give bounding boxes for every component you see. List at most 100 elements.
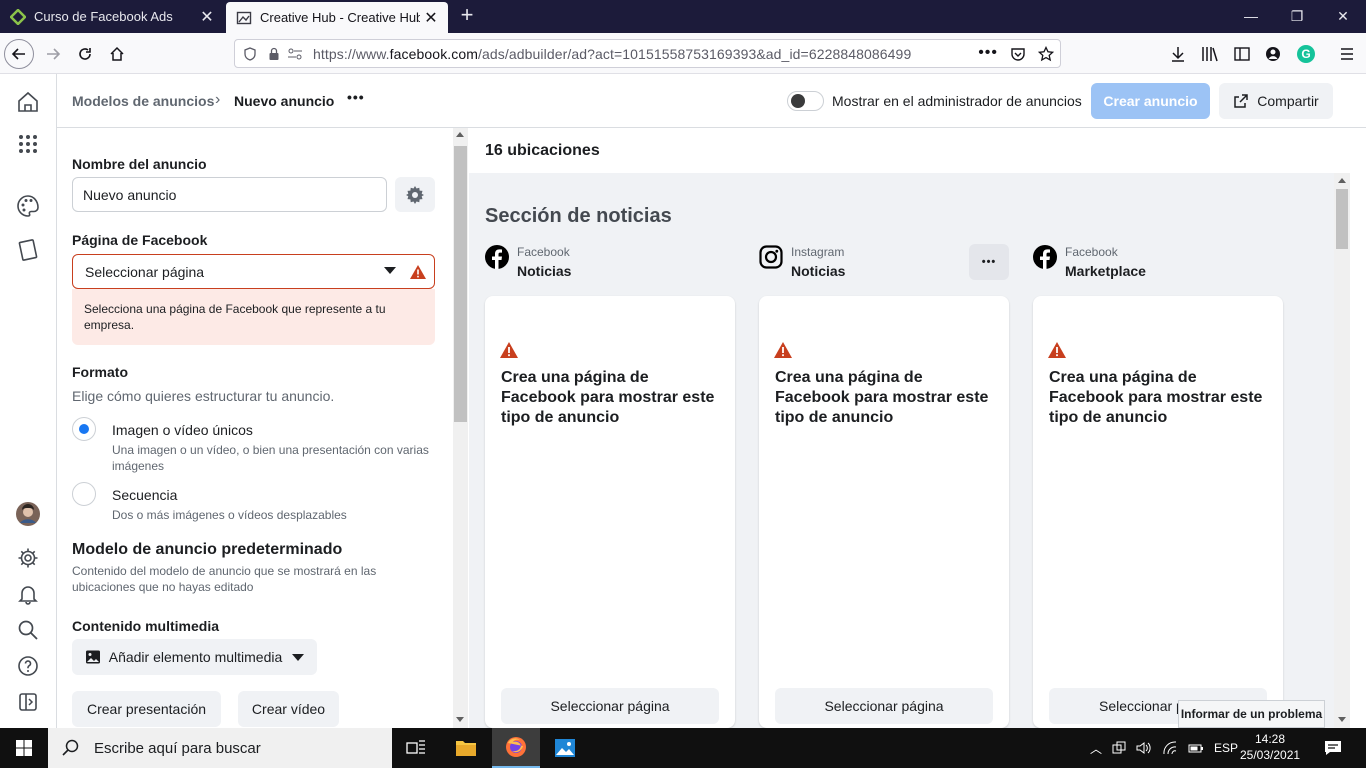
scrollbar-thumb[interactable] [454, 146, 467, 422]
format-option-label[interactable]: Imagen o vídeo únicos [112, 422, 253, 438]
windows-start-icon[interactable] [0, 728, 48, 768]
url-bar[interactable]: https://www.facebook.com/ads/adbuilder/a… [234, 39, 1061, 68]
form-scrollbar[interactable] [453, 128, 468, 728]
show-in-ads-manager-toggle[interactable] [787, 91, 824, 111]
back-icon[interactable] [4, 39, 34, 69]
palette-icon[interactable] [14, 192, 42, 220]
close-window-icon[interactable]: ✕ [1320, 0, 1366, 33]
placement-more-options-icon[interactable]: ••• [969, 244, 1009, 280]
home-icon[interactable] [102, 39, 132, 69]
close-tab-icon[interactable]: ✕ [196, 7, 218, 27]
library-icon[interactable] [1201, 46, 1219, 62]
chevron-up-icon[interactable]: ︿ [1090, 740, 1102, 757]
minimize-icon[interactable]: — [1228, 0, 1274, 33]
ad-settings-button[interactable] [395, 177, 435, 212]
task-view-icon[interactable] [392, 728, 440, 768]
placement-name: Noticias [517, 263, 572, 279]
scroll-down-icon[interactable] [456, 717, 464, 722]
notifications-icon[interactable] [1310, 728, 1356, 768]
format-option-desc: Una imagen o un vídeo, o bien una presen… [112, 443, 429, 473]
help-icon[interactable] [14, 652, 42, 680]
network-icon[interactable] [1112, 741, 1126, 755]
url-text: https://www.facebook.com/ads/adbuilder/a… [313, 45, 912, 62]
image-icon [85, 650, 100, 664]
breadcrumb-current: Nuevo anuncio [234, 93, 335, 109]
browser-tab[interactable]: Curso de Facebook Ads ✕ [0, 0, 224, 33]
creative-hub-favicon-icon [236, 11, 252, 24]
share-button[interactable]: Compartir [1219, 83, 1333, 119]
battery-icon[interactable] [1188, 741, 1204, 755]
app-header: Modelos de anuncios › Nuevo anuncio ••• … [57, 74, 1366, 128]
placement-name: Noticias [791, 263, 846, 279]
account-icon[interactable] [1265, 46, 1281, 62]
select-page-button[interactable]: Seleccionar página [501, 688, 719, 724]
placement-platform: Facebook [517, 245, 570, 259]
ad-name-input[interactable]: Nuevo anuncio [72, 177, 387, 212]
create-ad-button[interactable]: Crear anuncio [1091, 83, 1210, 119]
volume-icon[interactable] [1136, 741, 1152, 755]
restore-icon[interactable]: ❐ [1274, 0, 1320, 33]
bookmark-star-icon[interactable] [1038, 46, 1054, 62]
format-option-label[interactable]: Secuencia [112, 487, 177, 503]
close-tab-icon[interactable]: ✕ [420, 8, 442, 28]
apps-grid-icon[interactable] [14, 130, 42, 158]
scroll-up-icon[interactable] [456, 132, 464, 137]
browser-tab-strip: Curso de Facebook Ads ✕ Creative Hub - C… [0, 0, 1366, 33]
add-media-label: Añadir elemento multimedia [108, 649, 283, 665]
fb-page-select[interactable]: Seleccionar página [72, 254, 435, 289]
shield-icon[interactable] [243, 46, 257, 61]
warning-icon [410, 265, 426, 279]
caret-down-icon [384, 267, 396, 274]
tab-title: Creative Hub - Creative Hub | N [260, 10, 420, 25]
clock[interactable]: 14:28 25/03/2021 [1240, 731, 1300, 763]
photos-icon[interactable] [541, 728, 589, 768]
format-radio-carousel[interactable] [72, 482, 96, 506]
home-icon[interactable] [14, 88, 42, 116]
select-page-button[interactable]: Seleccionar página [775, 688, 993, 724]
card-message: Crea una página de Facebook para mostrar… [1049, 369, 1263, 426]
format-option-desc: Dos o más imágenes o vídeos desplazables [112, 508, 347, 522]
scrollbar-thumb[interactable] [1336, 189, 1348, 249]
settings-gear-icon[interactable] [14, 544, 42, 572]
create-video-button[interactable]: Crear vídeo [238, 691, 339, 727]
file-explorer-icon[interactable] [442, 728, 490, 768]
wifi-icon[interactable] [1162, 741, 1178, 755]
format-label: Formato [72, 364, 128, 380]
permissions-icon[interactable] [287, 47, 303, 61]
card-message: Crea una página de Facebook para mostrar… [501, 369, 715, 426]
forward-icon[interactable] [38, 39, 68, 69]
menu-icon[interactable] [1339, 46, 1355, 62]
sidebar-toggle-icon[interactable] [1234, 46, 1250, 62]
grammarly-icon[interactable]: G [1297, 45, 1315, 63]
reload-icon[interactable] [70, 39, 100, 69]
preview-scrollbar[interactable] [1334, 173, 1350, 728]
report-problem-button[interactable]: Informar de un problema [1178, 700, 1325, 728]
taskbar-search-box[interactable]: Escribe aquí para buscar [48, 728, 392, 768]
default-model-help: Contenido del modelo de anuncio que se m… [72, 564, 377, 594]
ad-form-panel: Nombre del anuncio Nuevo anuncio Página … [57, 128, 453, 728]
mockup-phone-icon[interactable] [14, 236, 42, 264]
avatar[interactable] [14, 500, 42, 528]
fb-page-label: Página de Facebook [72, 232, 208, 248]
firefox-icon[interactable] [492, 728, 540, 768]
default-model-label: Modelo de anuncio predeterminado [72, 541, 343, 558]
lock-icon[interactable] [267, 47, 281, 61]
scroll-down-icon[interactable] [1338, 717, 1346, 722]
add-media-button[interactable]: Añadir elemento multimedia [72, 639, 317, 675]
input-language[interactable]: ESP [1214, 741, 1238, 755]
search-icon[interactable] [14, 616, 42, 644]
download-icon[interactable] [1170, 46, 1186, 62]
format-radio-single[interactable] [72, 417, 96, 441]
breadcrumb-parent[interactable]: Modelos de anuncios [72, 93, 214, 109]
collapse-panel-icon[interactable] [14, 688, 42, 716]
page-actions-icon[interactable]: ••• [978, 44, 998, 62]
create-slideshow-button[interactable]: Crear presentación [72, 691, 221, 727]
new-tab-icon[interactable]: + [455, 4, 479, 28]
pocket-icon[interactable] [1010, 46, 1026, 62]
scroll-up-icon[interactable] [1338, 178, 1346, 183]
notifications-bell-icon[interactable] [14, 580, 42, 608]
more-options-icon[interactable]: ••• [347, 89, 365, 105]
browser-tab-active[interactable]: Creative Hub - Creative Hub | N ✕ [226, 2, 448, 33]
placement-preview-card: Crea una página de Facebook para mostrar… [759, 296, 1009, 728]
gear-icon [406, 185, 424, 204]
